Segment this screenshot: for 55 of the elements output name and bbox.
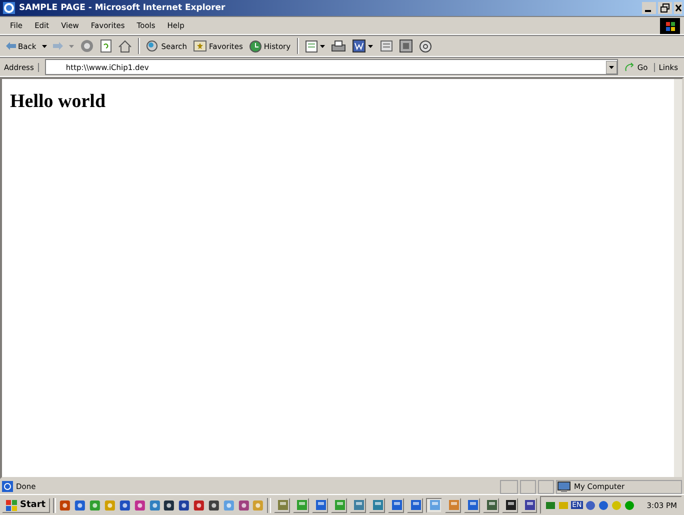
stop-icon[interactable]	[80, 39, 94, 53]
status-panel	[538, 480, 554, 494]
star-folder-icon	[193, 40, 207, 52]
computer-icon	[557, 480, 571, 492]
dropdown-arrow-icon[interactable]	[42, 44, 48, 48]
tray-icon[interactable]	[545, 500, 556, 510]
close-icon[interactable]	[674, 2, 682, 14]
quick-launch-icon[interactable]	[118, 498, 131, 512]
browser-icon	[2, 1, 16, 15]
quick-launch-icon[interactable]	[193, 498, 205, 512]
quick-launch-icon[interactable]	[238, 498, 250, 512]
quick-launch-icon[interactable]	[208, 498, 220, 512]
quick-launch-icon[interactable]	[74, 498, 86, 512]
window-title: SAMPLE PAGE - Microsoft Internet Explorer	[19, 3, 226, 13]
refresh-icon[interactable]	[100, 39, 112, 53]
clock-icon	[248, 40, 262, 52]
app-icon	[467, 499, 480, 511]
restore-icon[interactable]	[658, 2, 672, 14]
app-icon	[296, 499, 308, 511]
windows-logo-icon	[660, 18, 680, 34]
page-icon	[2, 481, 13, 492]
app-icon	[277, 499, 290, 511]
taskbar-button[interactable]	[483, 498, 500, 512]
app-icon	[448, 499, 460, 511]
home-icon[interactable]	[118, 40, 132, 52]
app-icon	[429, 499, 442, 511]
tray-icon[interactable]	[598, 500, 609, 510]
quick-launch-icon[interactable]	[163, 498, 176, 512]
app-icon	[334, 499, 346, 511]
app-icon	[524, 499, 536, 511]
minimize-icon[interactable]	[642, 2, 656, 14]
app-icon	[315, 499, 328, 511]
taskbar-button[interactable]	[502, 498, 518, 512]
scrollbar[interactable]	[674, 79, 682, 477]
windows-logo-icon	[6, 500, 18, 510]
print-icon[interactable]	[330, 40, 346, 52]
go-arrow-icon	[624, 62, 636, 72]
quick-launch-icon[interactable]	[178, 498, 190, 512]
search-icon	[146, 40, 160, 52]
app-icon	[372, 499, 384, 511]
app-icon	[410, 499, 422, 511]
app-icon	[391, 499, 404, 511]
back-arrow-icon	[6, 42, 16, 50]
status-panel	[520, 480, 536, 494]
tray-icon[interactable]	[624, 500, 635, 510]
app-icon	[505, 499, 518, 511]
app-icon	[486, 499, 498, 511]
edit-icon[interactable]	[352, 39, 374, 53]
app-icon	[353, 499, 366, 511]
status-panel	[500, 480, 518, 494]
start-button[interactable]: Start	[2, 498, 50, 512]
dropdown-arrow-icon[interactable]	[606, 60, 618, 74]
tray-icon[interactable]	[584, 500, 596, 510]
taskbar-button[interactable]	[521, 498, 538, 512]
page-heading: Hello world	[10, 91, 107, 113]
